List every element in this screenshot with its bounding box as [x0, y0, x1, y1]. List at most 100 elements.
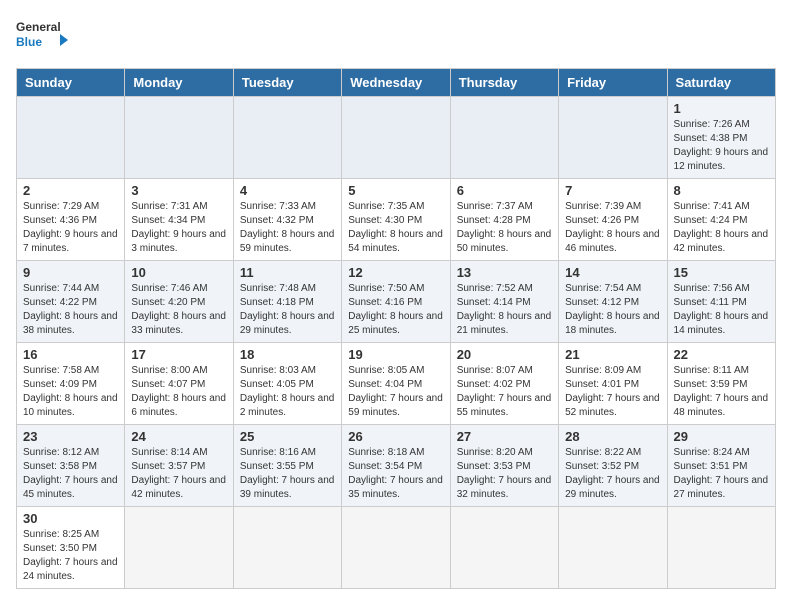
calendar-day-cell — [450, 97, 558, 179]
day-info: Sunrise: 7:31 AM Sunset: 4:34 PM Dayligh… — [131, 200, 226, 256]
calendar-day-cell: 23 Sunrise: 8:12 AM Sunset: 3:58 PM Dayli… — [17, 425, 125, 507]
calendar-day-cell — [125, 507, 233, 589]
day-number: 24 — [131, 429, 226, 444]
calendar-week-row: 30 Sunrise: 8:25 AM Sunset: 3:50 PM Dayli… — [17, 507, 776, 589]
calendar-header-row: SundayMondayTuesdayWednesdayThursdayFrid… — [17, 69, 776, 97]
day-info: Sunrise: 7:29 AM Sunset: 4:36 PM Dayligh… — [23, 200, 118, 256]
calendar-day-cell: 4Sunrise: 7:33 AM Sunset: 4:32 PM Daylig… — [233, 179, 341, 261]
day-number: 5 — [348, 183, 443, 198]
calendar-day-cell — [233, 97, 341, 179]
calendar-day-cell: 21 Sunrise: 8:09 AM Sunset: 4:01 PM Dayli… — [559, 343, 667, 425]
calendar-day-cell — [450, 507, 558, 589]
calendar-day-cell: 11 Sunrise: 7:48 AM Sunset: 4:18 PM Dayli… — [233, 261, 341, 343]
day-info: Sunrise: 7:58 AM Sunset: 4:09 PM Dayligh… — [23, 364, 118, 420]
day-info: Sunrise: 7:56 AM Sunset: 4:11 PM Dayligh… — [674, 282, 769, 338]
day-number: 2 — [23, 183, 118, 198]
calendar-day-cell: 25Sunrise: 8:16 AM Sunset: 3:55 PM Dayli… — [233, 425, 341, 507]
day-number: 10 — [131, 265, 226, 280]
calendar-day-cell: 8 Sunrise: 7:41 AM Sunset: 4:24 PM Daylig… — [667, 179, 775, 261]
calendar-day-cell: 29Sunrise: 8:24 AM Sunset: 3:51 PM Dayli… — [667, 425, 775, 507]
day-number: 29 — [674, 429, 769, 444]
generalblue-logo-icon: General Blue — [16, 16, 76, 56]
day-number: 26 — [348, 429, 443, 444]
day-info: Sunrise: 7:46 AM Sunset: 4:20 PM Dayligh… — [131, 282, 226, 338]
day-number: 18 — [240, 347, 335, 362]
svg-text:Blue: Blue — [16, 35, 42, 49]
day-info: Sunrise: 7:44 AM Sunset: 4:22 PM Dayligh… — [23, 282, 118, 338]
day-info: Sunrise: 7:48 AM Sunset: 4:18 PM Dayligh… — [240, 282, 335, 338]
calendar-day-cell — [559, 97, 667, 179]
calendar-day-cell — [559, 507, 667, 589]
calendar-day-cell: 12 Sunrise: 7:50 AM Sunset: 4:16 PM Dayli… — [342, 261, 450, 343]
calendar-day-cell: 2 Sunrise: 7:29 AM Sunset: 4:36 PM Daylig… — [17, 179, 125, 261]
day-info: Sunrise: 7:39 AM Sunset: 4:26 PM Dayligh… — [565, 200, 660, 256]
calendar-day-cell: 9 Sunrise: 7:44 AM Sunset: 4:22 PM Daylig… — [17, 261, 125, 343]
day-info: Sunrise: 8:25 AM Sunset: 3:50 PM Dayligh… — [23, 528, 118, 584]
day-number: 6 — [457, 183, 552, 198]
calendar-day-cell: 15 Sunrise: 7:56 AM Sunset: 4:11 PM Dayli… — [667, 261, 775, 343]
day-info: Sunrise: 8:00 AM Sunset: 4:07 PM Dayligh… — [131, 364, 226, 420]
day-number: 22 — [674, 347, 769, 362]
day-info: Sunrise: 8:12 AM Sunset: 3:58 PM Dayligh… — [23, 446, 118, 502]
column-header-saturday: Saturday — [667, 69, 775, 97]
calendar-day-cell — [233, 507, 341, 589]
day-info: Sunrise: 8:03 AM Sunset: 4:05 PM Dayligh… — [240, 364, 335, 420]
column-header-sunday: Sunday — [17, 69, 125, 97]
day-info: Sunrise: 8:18 AM Sunset: 3:54 PM Dayligh… — [348, 446, 443, 502]
day-number: 15 — [674, 265, 769, 280]
day-info: Sunrise: 7:26 AM Sunset: 4:38 PM Dayligh… — [674, 118, 769, 174]
calendar-week-row: 2 Sunrise: 7:29 AM Sunset: 4:36 PM Daylig… — [17, 179, 776, 261]
day-number: 8 — [674, 183, 769, 198]
column-header-tuesday: Tuesday — [233, 69, 341, 97]
day-info: Sunrise: 7:35 AM Sunset: 4:30 PM Dayligh… — [348, 200, 443, 256]
day-number: 11 — [240, 265, 335, 280]
calendar-day-cell — [125, 97, 233, 179]
day-number: 23 — [23, 429, 118, 444]
calendar-week-row: 23 Sunrise: 8:12 AM Sunset: 3:58 PM Dayli… — [17, 425, 776, 507]
calendar-day-cell — [17, 97, 125, 179]
calendar-day-cell: 3 Sunrise: 7:31 AM Sunset: 4:34 PM Daylig… — [125, 179, 233, 261]
calendar-day-cell: 7Sunrise: 7:39 AM Sunset: 4:26 PM Daylig… — [559, 179, 667, 261]
day-info: Sunrise: 7:52 AM Sunset: 4:14 PM Dayligh… — [457, 282, 552, 338]
day-number: 4 — [240, 183, 335, 198]
calendar-day-cell: 19 Sunrise: 8:05 AM Sunset: 4:04 PM Dayli… — [342, 343, 450, 425]
day-info: Sunrise: 8:05 AM Sunset: 4:04 PM Dayligh… — [348, 364, 443, 420]
svg-text:General: General — [16, 20, 61, 34]
calendar-day-cell: 28Sunrise: 8:22 AM Sunset: 3:52 PM Dayli… — [559, 425, 667, 507]
calendar-day-cell: 26 Sunrise: 8:18 AM Sunset: 3:54 PM Dayli… — [342, 425, 450, 507]
day-info: Sunrise: 8:07 AM Sunset: 4:02 PM Dayligh… — [457, 364, 552, 420]
day-number: 13 — [457, 265, 552, 280]
calendar-day-cell: 16 Sunrise: 7:58 AM Sunset: 4:09 PM Dayli… — [17, 343, 125, 425]
day-info: Sunrise: 8:11 AM Sunset: 3:59 PM Dayligh… — [674, 364, 769, 420]
day-number: 16 — [23, 347, 118, 362]
column-header-wednesday: Wednesday — [342, 69, 450, 97]
day-info: Sunrise: 8:09 AM Sunset: 4:01 PM Dayligh… — [565, 364, 660, 420]
day-info: Sunrise: 7:54 AM Sunset: 4:12 PM Dayligh… — [565, 282, 660, 338]
day-number: 12 — [348, 265, 443, 280]
calendar-day-cell: 13 Sunrise: 7:52 AM Sunset: 4:14 PM Dayli… — [450, 261, 558, 343]
calendar-day-cell: 6 Sunrise: 7:37 AM Sunset: 4:28 PM Daylig… — [450, 179, 558, 261]
calendar-day-cell: 17Sunrise: 8:00 AM Sunset: 4:07 PM Dayli… — [125, 343, 233, 425]
day-info: Sunrise: 7:50 AM Sunset: 4:16 PM Dayligh… — [348, 282, 443, 338]
day-number: 30 — [23, 511, 118, 526]
day-number: 1 — [674, 101, 769, 116]
day-number: 21 — [565, 347, 660, 362]
page-header: General Blue — [16, 16, 776, 56]
day-info: Sunrise: 7:41 AM Sunset: 4:24 PM Dayligh… — [674, 200, 769, 256]
calendar-day-cell — [342, 97, 450, 179]
column-header-thursday: Thursday — [450, 69, 558, 97]
day-number: 27 — [457, 429, 552, 444]
calendar-day-cell: 30 Sunrise: 8:25 AM Sunset: 3:50 PM Dayli… — [17, 507, 125, 589]
day-number: 9 — [23, 265, 118, 280]
calendar-day-cell: 14Sunrise: 7:54 AM Sunset: 4:12 PM Dayli… — [559, 261, 667, 343]
calendar-day-cell — [342, 507, 450, 589]
calendar-week-row: 16 Sunrise: 7:58 AM Sunset: 4:09 PM Dayli… — [17, 343, 776, 425]
day-info: Sunrise: 8:16 AM Sunset: 3:55 PM Dayligh… — [240, 446, 335, 502]
calendar-week-row: 1 Sunrise: 7:26 AM Sunset: 4:38 PM Daylig… — [17, 97, 776, 179]
column-header-monday: Monday — [125, 69, 233, 97]
day-number: 3 — [131, 183, 226, 198]
day-number: 28 — [565, 429, 660, 444]
day-info: Sunrise: 7:37 AM Sunset: 4:28 PM Dayligh… — [457, 200, 552, 256]
day-info: Sunrise: 8:14 AM Sunset: 3:57 PM Dayligh… — [131, 446, 226, 502]
day-number: 19 — [348, 347, 443, 362]
